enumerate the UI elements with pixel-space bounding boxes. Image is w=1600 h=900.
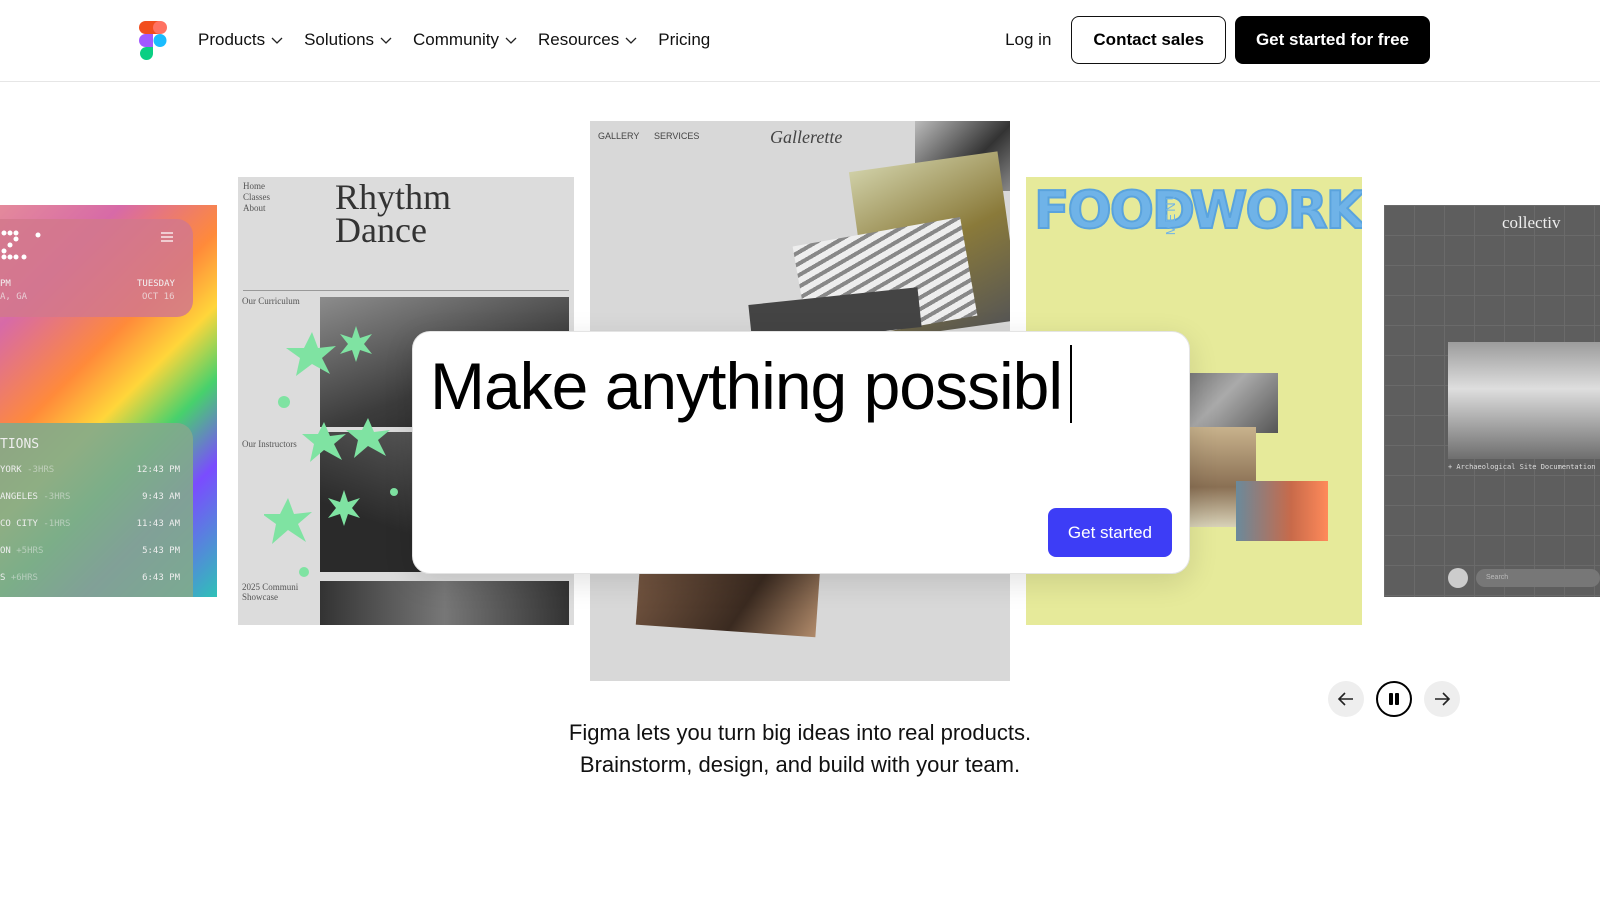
get-started-free-button[interactable]: Get started for free	[1234, 16, 1430, 64]
menu-community[interactable]: Community	[413, 28, 518, 52]
rhythm-nav-classes: Classes	[243, 192, 270, 202]
row-city: YORK	[0, 465, 22, 475]
row-city: ANGELES	[0, 492, 38, 502]
row-time: 12:43 PM	[136, 465, 180, 475]
world-clock-row: YORK -3HRS 12:43 PM	[0, 465, 180, 475]
world-clock-heading: TIONS	[0, 437, 40, 452]
clock-date: OCT 16	[142, 292, 175, 302]
login-link[interactable]: Log in	[1005, 30, 1051, 50]
menu-products-label: Products	[198, 30, 266, 49]
prompt-typed-text: Make anything possibl	[430, 349, 1063, 423]
row-time: 6:43 PM	[142, 573, 180, 583]
menu-products[interactable]: Products	[198, 28, 284, 52]
menu-resources[interactable]: Resources	[538, 28, 638, 52]
chevron-down-icon	[380, 37, 392, 44]
showcase-photo	[320, 581, 569, 625]
menu-pricing[interactable]: Pricing	[658, 28, 710, 52]
world-clock-row: ANGELES -3HRS 9:43 AM	[0, 492, 180, 502]
carousel-slide-clock: PM A, GA TUESDAY OCT 16 TIONS YORK -3HRS…	[0, 205, 217, 597]
food-menu-label: MENU	[1163, 189, 1178, 236]
pause-icon	[1389, 693, 1399, 705]
main-menu: Products Solutions Community Resources P…	[198, 28, 730, 52]
row-time: 9:43 AM	[142, 492, 180, 502]
menu-pricing-label: Pricing	[658, 30, 711, 49]
row-city: ON	[0, 546, 11, 556]
clock-day: TUESDAY	[137, 279, 175, 289]
row-offset: -3HRS	[43, 492, 71, 502]
star-decoration-icon	[264, 326, 398, 577]
nav-actions: Log in Contact sales Get started for fre…	[1005, 16, 1430, 64]
arrow-left-icon	[1337, 692, 1353, 706]
row-city: CO CITY	[0, 519, 38, 529]
row-offset: +5HRS	[16, 546, 44, 556]
figma-logo-icon[interactable]	[139, 21, 167, 61]
tagline-line1: Figma lets you turn big ideas into real …	[568, 720, 1032, 745]
bridge-photo	[1448, 342, 1600, 459]
gallerette-logo: Gallerette	[770, 127, 843, 147]
world-clock-row: CO CITY -1HRS 11:43 AM	[0, 519, 180, 529]
prompt-box[interactable]: Make anything possibl Get started	[412, 331, 1190, 574]
rhythm-nav-home: Home	[243, 181, 265, 191]
rhythm-nav-about: About	[243, 203, 266, 213]
row-time: 11:43 AM	[136, 519, 180, 529]
food-collage-photo	[1186, 373, 1278, 433]
chevron-down-icon	[505, 37, 517, 44]
menu-resources-label: Resources	[538, 30, 620, 49]
chevron-down-icon	[625, 37, 637, 44]
top-navigation: Products Solutions Community Resources P…	[0, 0, 1600, 82]
clock-left-sub: A, GA	[0, 292, 28, 302]
menu-solutions[interactable]: Solutions	[304, 28, 393, 52]
carousel-next-button[interactable]	[1424, 681, 1460, 717]
hero-tagline: Figma lets you turn big ideas into real …	[0, 717, 1600, 781]
carousel-pause-button[interactable]	[1376, 681, 1412, 717]
collectiv-avatar	[1448, 568, 1468, 588]
get-started-button[interactable]: Get started	[1047, 508, 1172, 557]
carousel-prev-button[interactable]	[1328, 681, 1364, 717]
menu-community-label: Community	[413, 30, 499, 49]
rhythm-showcase-line2: Showcase	[242, 592, 278, 602]
clock-left-label: PM	[0, 279, 11, 289]
row-offset: -1HRS	[43, 519, 71, 529]
gallery-nav-gallery: GALLERY	[598, 131, 640, 141]
rhythm-curriculum-label: Our Curriculum	[242, 296, 300, 306]
divider	[243, 290, 569, 291]
contact-sales-button[interactable]: Contact sales	[1071, 16, 1226, 64]
collectiv-caption: + Archaeological Site Documentation	[1448, 463, 1596, 471]
world-clock-row: ON +5HRS 5:43 PM	[0, 546, 180, 556]
rhythm-title-line2: Dance	[335, 210, 427, 250]
rhythm-title: Rhythm Dance	[335, 179, 451, 250]
rhythm-nav: Home Classes About	[243, 181, 270, 214]
world-clock-row: S +6HRS 6:43 PM	[0, 573, 180, 583]
hamburger-menu-icon	[161, 232, 173, 242]
works-title: WORKS	[1189, 180, 1362, 242]
rhythm-showcase-label: 2025 Communi Showcase	[242, 582, 298, 602]
collectiv-logo: collectiv	[1502, 213, 1561, 232]
text-caret	[1070, 345, 1073, 423]
food-market-photo	[1236, 481, 1328, 541]
menu-solutions-label: Solutions	[304, 30, 375, 49]
row-city: S	[0, 573, 6, 583]
arrow-right-icon	[1435, 692, 1451, 706]
dot-digits-icon	[1, 230, 41, 260]
gallery-nav-services: SERVICES	[654, 131, 700, 141]
carousel-slide-collectiv: collectiv + Archaeological Site Document…	[1384, 205, 1600, 597]
rhythm-showcase-line1: 2025 Communi	[242, 582, 299, 592]
row-offset: -3HRS	[27, 465, 55, 475]
row-time: 5:43 PM	[142, 546, 180, 556]
row-offset: +6HRS	[10, 573, 38, 583]
collectiv-search: Search	[1476, 569, 1600, 587]
prompt-input[interactable]: Make anything possibl	[430, 345, 1073, 424]
chevron-down-icon	[271, 37, 283, 44]
tagline-line2: Brainstorm, design, and build with your …	[579, 752, 1021, 777]
